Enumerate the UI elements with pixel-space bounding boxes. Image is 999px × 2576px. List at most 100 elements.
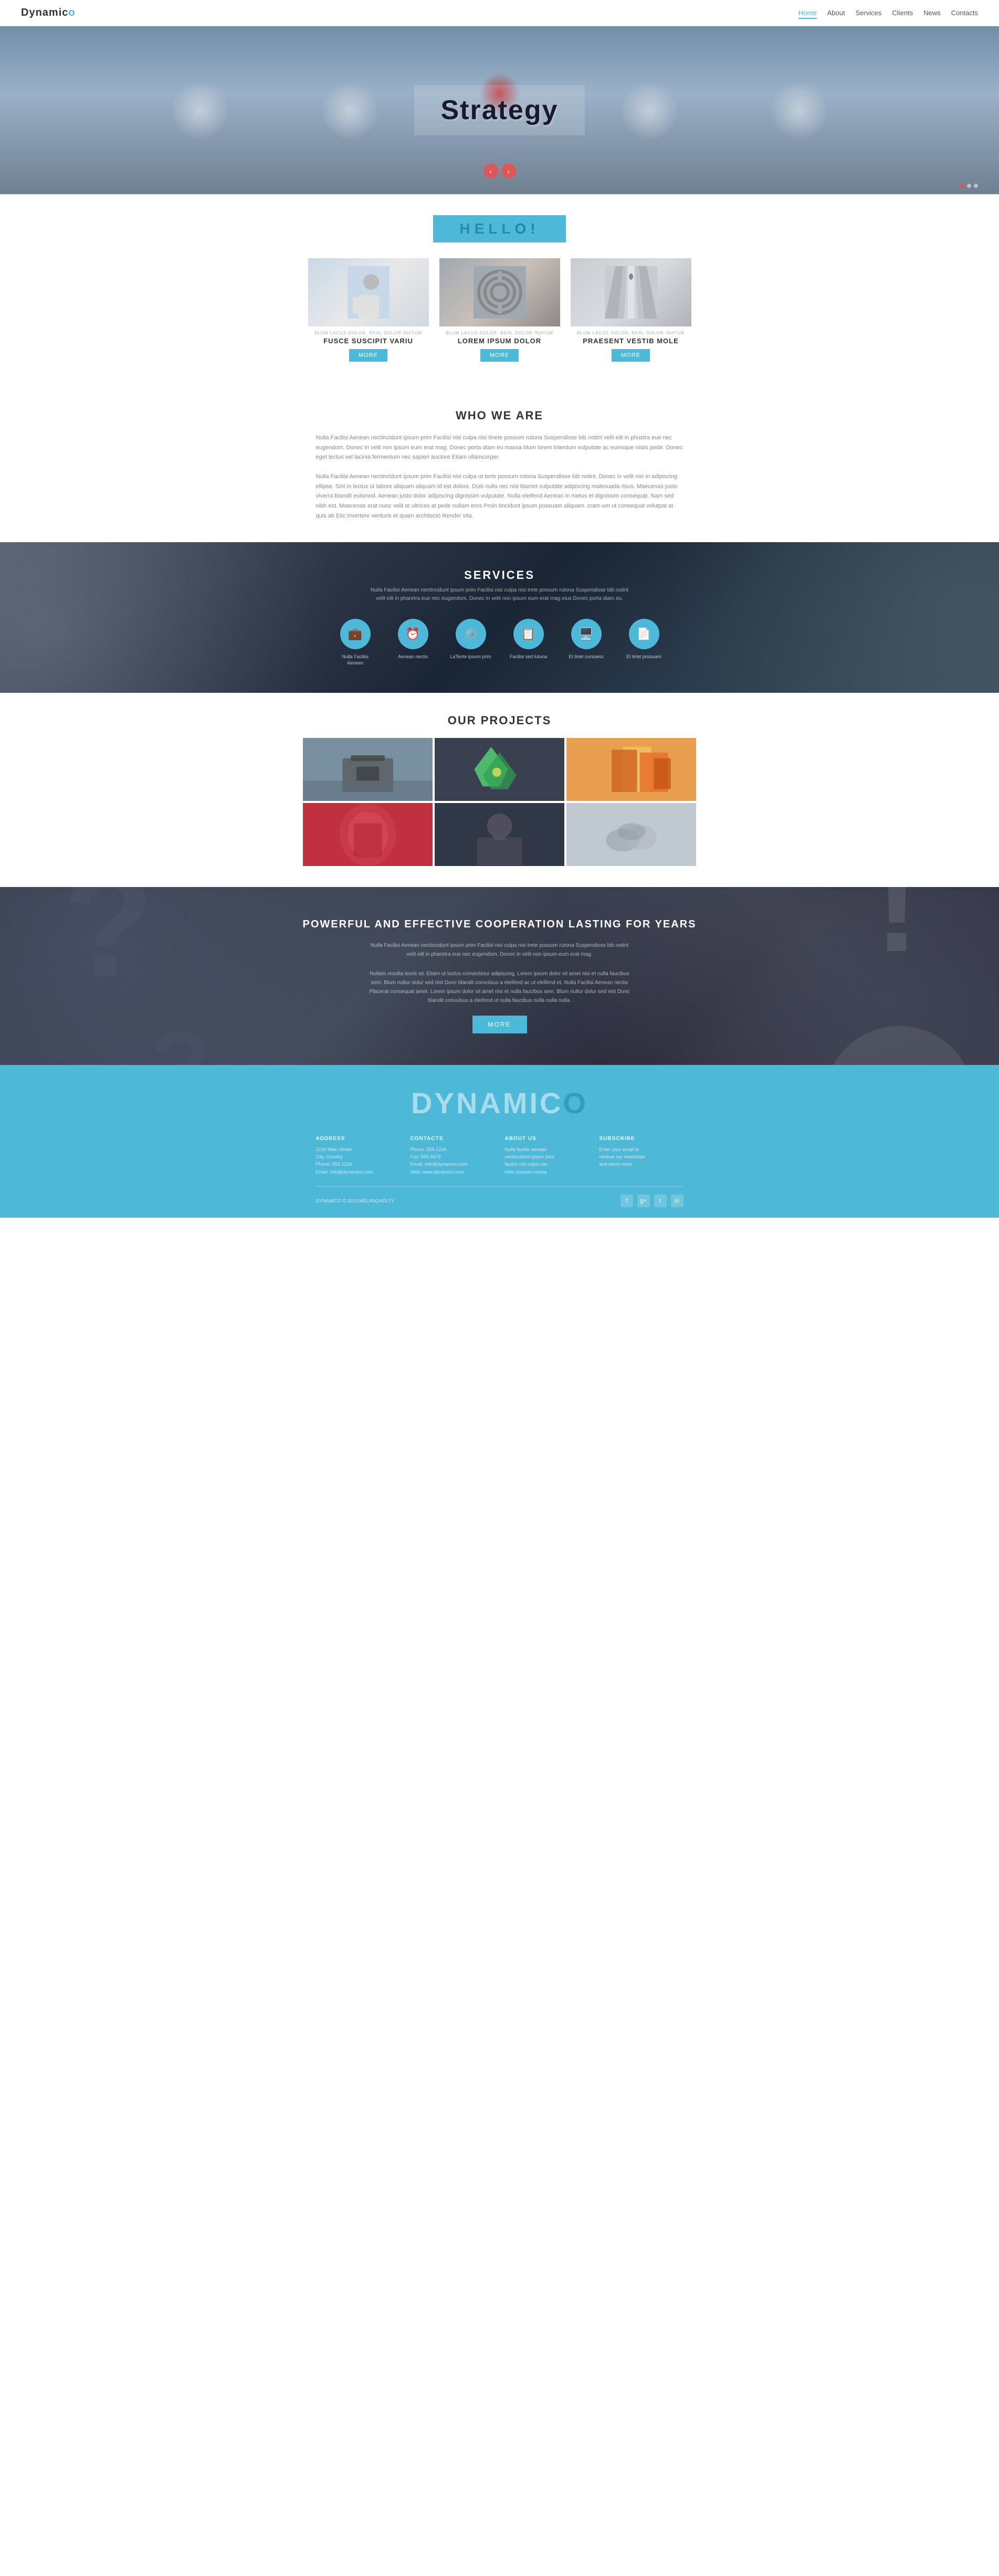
service-label-0: Nulla Facilisi Aenean [334,653,376,667]
project-item-4[interactable] [303,803,433,866]
project-item-6[interactable] [566,803,696,866]
hero-next-arrow[interactable]: › [501,164,516,178]
services-content: SERVICES Nulla Facilisi Aenean nectincid… [16,568,983,667]
project-item-3[interactable] [566,738,696,801]
services-section: SERVICES Nulla Facilisi Aenean nectincid… [0,542,999,693]
nav-item-clients[interactable]: Clients [892,8,913,18]
footer-logo: DYNAMICO [21,1086,978,1120]
hero-title: Strategy [440,94,558,126]
hero-text-box: Strategy [414,85,584,135]
projects-grid [303,738,697,866]
footer-contacts-text: Phone: 555-1234 Fax: 555-5678 Email: inf… [411,1146,495,1176]
footer-copyright: DYNAMICO © 2013 MELANCHOLTY [316,1198,395,1203]
who-text-2: Nulla Facilisi Aenean nectincidunt ipsum… [316,472,683,521]
service-icon-4: 🖥️ [571,619,602,649]
services-desc: Nulla Facilisi Aenean nectincidunt ipsum… [369,586,631,603]
service-item-2[interactable]: ⚙️ LaTente ipsum prim [450,619,492,667]
footer-col-subscribe: SUBSCRIBE Enter your email to receive ou… [600,1136,683,1176]
project-item-2[interactable] [435,738,564,801]
card-subtitle-1: BLUM LACUS DOLOR, REAL DOLOR INATUM [308,331,429,335]
svg-text:!: ! [868,1063,889,1065]
hello-badge-text: HELL [459,220,514,237]
cta-content: POWERFUL AND EFFECTIVE COOPERATION LASTI… [21,919,978,1033]
who-section: WHO WE ARE Nulla Facilisi Aenean nectinc… [0,388,999,542]
cta-text-2: Nullam resulta lecris sit. Etiam ut luct… [369,969,631,1005]
footer-bottom: DYNAMICO © 2013 MELANCHOLTY f g+ t in [316,1186,683,1207]
nav-link-services[interactable]: Services [856,9,882,17]
projects-title: OUR PROJECTS [10,714,989,727]
nav-links: Home About Services Clients News Contact… [798,8,978,18]
hello-badge: HELLO! [433,215,565,242]
service-label-4: Et tiriet cursuess [565,653,607,660]
brand-logo[interactable]: Dynamico [21,7,76,19]
nav-item-services[interactable]: Services [856,8,882,18]
footer-logo-text: DYNAMIC [411,1086,563,1120]
hero-dot-3[interactable] [974,184,978,188]
card-title-2: LOREM IPSUM DOLOR [439,337,560,345]
nav-link-contacts[interactable]: Contacts [951,9,978,17]
service-label-5: Et tiriet possuam [623,653,665,660]
cta-section: ? ? ? ! ! POWERFUL AND EFFECTIVE COOPERA… [0,887,999,1065]
card-title-3: PRAESENT VESTIB MOLE [571,337,691,345]
hero-dot-2[interactable] [967,184,971,188]
footer: DYNAMICO ADDRESS 1234 Main Street City, … [0,1065,999,1218]
nav-link-home[interactable]: Home [798,9,817,19]
social-icon-twitter[interactable]: t [654,1195,667,1207]
card-more-btn-3[interactable]: MORE [612,349,650,362]
social-icon-facebook[interactable]: f [621,1195,633,1207]
footer-col-about: ABOUT US Nulla facilisi aenean nectincid… [505,1136,589,1176]
service-icon-5: 📄 [629,619,659,649]
hello-card-1: BLUM LACUS DOLOR, REAL DOLOR INATUM FUSC… [308,258,429,362]
nav-item-news[interactable]: News [923,8,941,18]
footer-col-subscribe-title: SUBSCRIBE [600,1136,683,1142]
card-title-1: FUSCE SUSCIPIT VARIU [308,337,429,345]
nav-link-about[interactable]: About [827,9,845,17]
nav-item-home[interactable]: Home [798,8,817,18]
nav-item-contacts[interactable]: Contacts [951,8,978,18]
hero-dot-1[interactable] [960,184,964,188]
service-icon-1: ⏰ [398,619,428,649]
social-icon-linkedin[interactable]: in [671,1195,683,1207]
projects-section: OUR PROJECTS [0,693,999,887]
footer-address-text: 1234 Main Street City, Country Phone: 55… [316,1146,400,1176]
cta-text-1: Nulla Facilisi Aenean nectincidunt ipsum… [369,941,631,959]
footer-brand: DYNAMICO [21,1086,978,1120]
service-item-3[interactable]: 📋 Facilisi sed lutuna [508,619,550,667]
service-label-3: Facilisi sed lutuna [508,653,550,660]
nav-link-clients[interactable]: Clients [892,9,913,17]
hero-prev-arrow[interactable]: ‹ [483,164,498,178]
cta-more-button[interactable]: MORE [472,1016,527,1033]
card-subtitle-3: BLUM LACUS DOLOR, REAL DOLOR INATUM [571,331,691,335]
footer-col-about-title: ABOUT US [505,1136,589,1142]
services-title: SERVICES [16,568,983,582]
nav-link-news[interactable]: News [923,9,941,17]
hello-cards: BLUM LACUS DOLOR, REAL DOLOR INATUM FUSC… [303,258,697,362]
hero-section: Strategy ‹ › [0,26,999,194]
service-item-0[interactable]: 💼 Nulla Facilisi Aenean [334,619,376,667]
hero-arrows: ‹ › [483,164,516,178]
project-item-1[interactable] [303,738,433,801]
hello-section: HELLO! BLUM LACUS DOLOR, REAL DOLOR INAT… [0,194,999,388]
card-more-btn-2[interactable]: MORE [480,349,519,362]
service-item-4[interactable]: 🖥️ Et tiriet cursuess [565,619,607,667]
project-item-5[interactable] [435,803,564,866]
card-image-3 [571,258,691,326]
social-icon-googleplus[interactable]: g+ [637,1195,650,1207]
footer-about-text: Nulla facilisi aenean nectincidunt ipsum… [505,1146,589,1176]
nav-item-about[interactable]: About [827,8,845,18]
footer-subscribe-text: Enter your email to receive our newslett… [600,1146,683,1168]
cta-title: POWERFUL AND EFFECTIVE COOPERATION LASTI… [21,919,978,931]
navbar: Dynamico Home About Services Clients New… [0,0,999,26]
service-icon-2: ⚙️ [456,619,486,649]
footer-col-contacts: CONTACTS Phone: 555-1234 Fax: 555-5678 E… [411,1136,495,1176]
hero-dots [960,184,978,188]
service-item-1[interactable]: ⏰ Aenean nectis [392,619,434,667]
card-more-btn-1[interactable]: MORE [349,349,387,362]
services-icons: 💼 Nulla Facilisi Aenean ⏰ Aenean nectis … [16,619,983,667]
who-text-1: Nulla Facilisi Aenean nectincidunt ipsum… [316,433,683,462]
footer-socials: f g+ t in [621,1195,683,1207]
service-item-5[interactable]: 📄 Et tiriet possuam [623,619,665,667]
footer-col-contacts-title: CONTACTS [411,1136,495,1142]
hello-card-2: BLUM LACUS DOLOR, REAL DOLOR INATUM LORE… [439,258,560,362]
service-label-2: LaTente ipsum prim [450,653,492,660]
